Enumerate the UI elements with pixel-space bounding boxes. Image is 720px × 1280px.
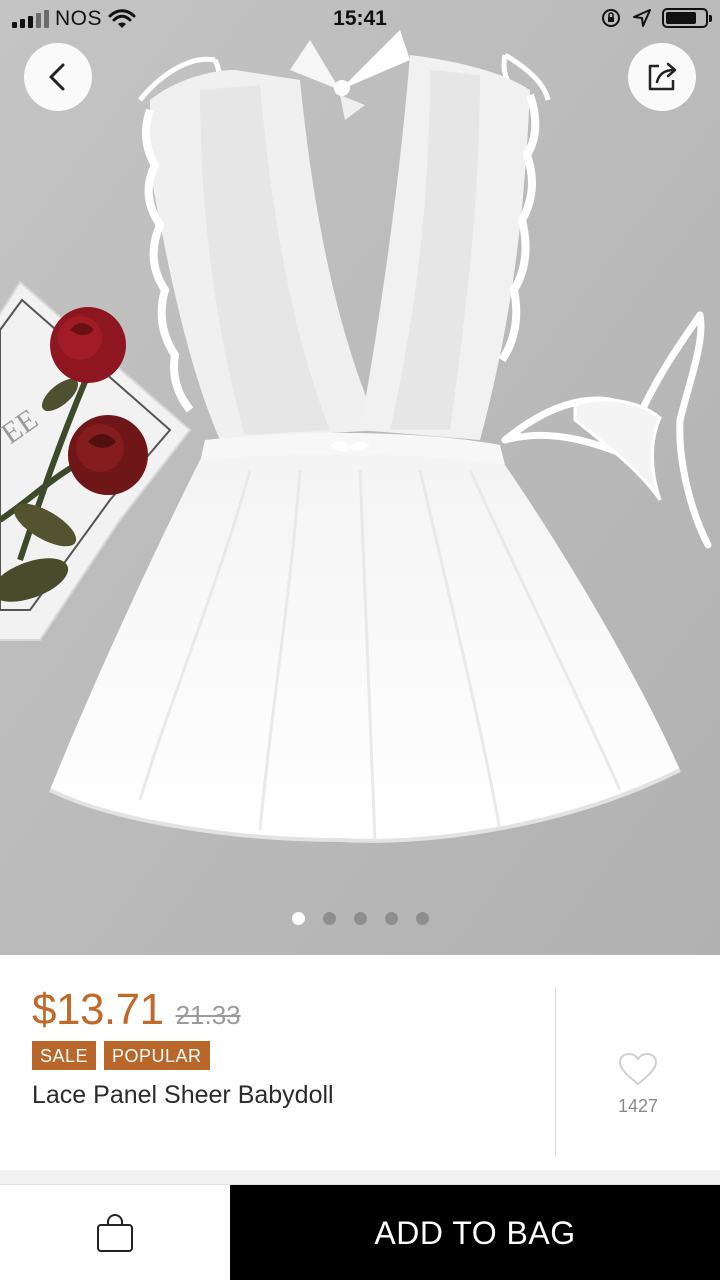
pager-dot-3[interactable]	[353, 912, 367, 925]
location-icon	[633, 9, 651, 27]
orientation-lock-icon	[602, 9, 620, 27]
popular-badge: POPULAR	[104, 1041, 210, 1070]
shopping-bag-icon	[97, 1214, 133, 1252]
badge-list: SALE POPULAR	[32, 1041, 210, 1070]
product-photo: EE	[0, 0, 720, 955]
status-bar: NOS 15:41	[0, 0, 720, 40]
product-info-panel: $13.71 21.33 SALE POPULAR Lace Panel She…	[0, 955, 720, 1170]
gallery-pager[interactable]	[0, 912, 720, 925]
pager-dot-4[interactable]	[384, 912, 398, 925]
pager-dot-2[interactable]	[322, 912, 336, 925]
price-row: $13.71 21.33	[32, 985, 241, 1035]
product-title: Lace Panel Sheer Babydoll	[32, 1081, 334, 1109]
product-image-gallery[interactable]: EE NOS 15:41	[0, 0, 720, 955]
pager-dot-5[interactable]	[415, 912, 429, 925]
section-separator	[0, 1170, 720, 1184]
share-icon	[648, 62, 677, 91]
battery-icon	[662, 8, 712, 28]
sale-badge: SALE	[32, 1041, 97, 1070]
pager-dot-1[interactable]	[291, 912, 305, 925]
chevron-left-icon	[49, 63, 65, 91]
wishlist-count: 1427	[617, 1096, 659, 1116]
bottom-action-bar: ADD TO BAG	[0, 1184, 720, 1280]
view-bag-button[interactable]	[0, 1185, 230, 1280]
original-price: 21.33	[175, 1000, 241, 1030]
share-button[interactable]	[628, 43, 696, 111]
back-button[interactable]	[24, 43, 92, 111]
wishlist-button[interactable]: 1427	[556, 1051, 720, 1117]
heart-icon	[618, 1052, 658, 1086]
add-to-bag-button[interactable]: ADD TO BAG	[230, 1185, 720, 1280]
sale-price: $13.71	[32, 985, 164, 1034]
